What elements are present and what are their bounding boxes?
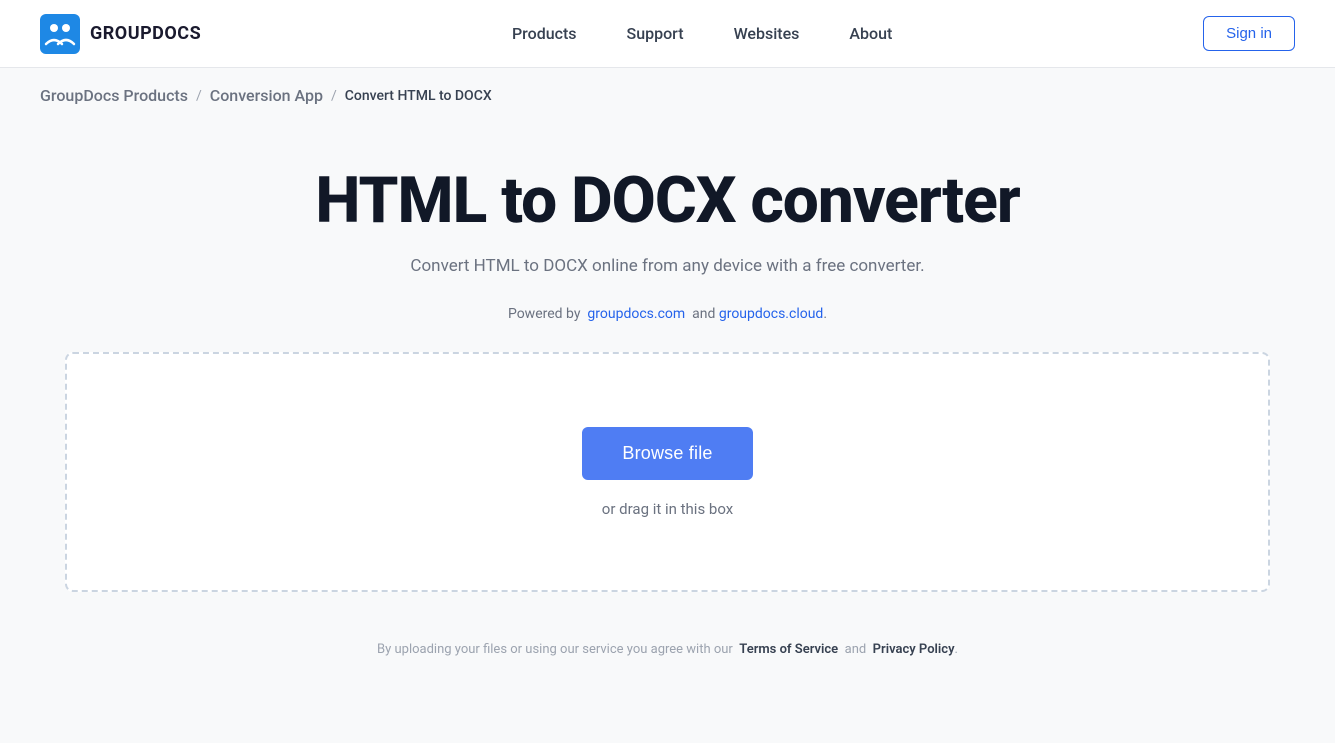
sign-in-button[interactable]: Sign in	[1203, 16, 1295, 51]
footer-note-suffix: .	[955, 642, 958, 657]
footer-note-and: and	[845, 642, 867, 657]
header: GROUPDOCS Products Support Websites Abou…	[0, 0, 1335, 68]
nav-products[interactable]: Products	[512, 24, 577, 43]
powered-by-and: and	[692, 306, 715, 322]
terms-of-service-link[interactable]: Terms of Service	[739, 642, 838, 657]
main-nav: Products Support Websites About	[512, 24, 892, 43]
breadcrumb-conversion-app[interactable]: Conversion App	[210, 86, 323, 105]
page-title: HTML to DOCX converter	[315, 163, 1019, 238]
breadcrumb: GroupDocs Products / Conversion App / Co…	[0, 68, 1335, 123]
logo-text: GROUPDOCS	[90, 23, 201, 44]
breadcrumb-current: Convert HTML to DOCX	[345, 88, 492, 104]
page-subtitle: Convert HTML to DOCX online from any dev…	[410, 256, 924, 276]
breadcrumb-groupdocs-products[interactable]: GroupDocs Products	[40, 86, 188, 105]
footer-note-prefix: By uploading your files or using our ser…	[377, 642, 733, 657]
main-content: HTML to DOCX converter Convert HTML to D…	[0, 123, 1335, 622]
groupdocs-cloud-link[interactable]: groupdocs.cloud	[719, 306, 824, 322]
breadcrumb-separator-1: /	[196, 88, 202, 104]
nav-about[interactable]: About	[849, 24, 892, 43]
drag-text: or drag it in this box	[602, 500, 733, 518]
groupdocs-com-link[interactable]: groupdocs.com	[587, 306, 685, 322]
footer-note: By uploading your files or using our ser…	[0, 622, 1335, 677]
powered-by-text: Powered by	[508, 306, 581, 322]
privacy-policy-link[interactable]: Privacy Policy	[873, 642, 955, 657]
browse-file-button[interactable]: Browse file	[582, 427, 752, 480]
powered-by: Powered by groupdocs.com and groupdocs.c…	[508, 306, 827, 322]
groupdocs-logo-icon	[40, 14, 80, 54]
file-drop-zone[interactable]: Browse file or drag it in this box	[65, 352, 1270, 592]
powered-by-period: .	[823, 306, 827, 322]
nav-websites[interactable]: Websites	[734, 24, 800, 43]
breadcrumb-separator-2: /	[331, 88, 337, 104]
logo-link[interactable]: GROUPDOCS	[40, 14, 201, 54]
nav-support[interactable]: Support	[627, 24, 684, 43]
